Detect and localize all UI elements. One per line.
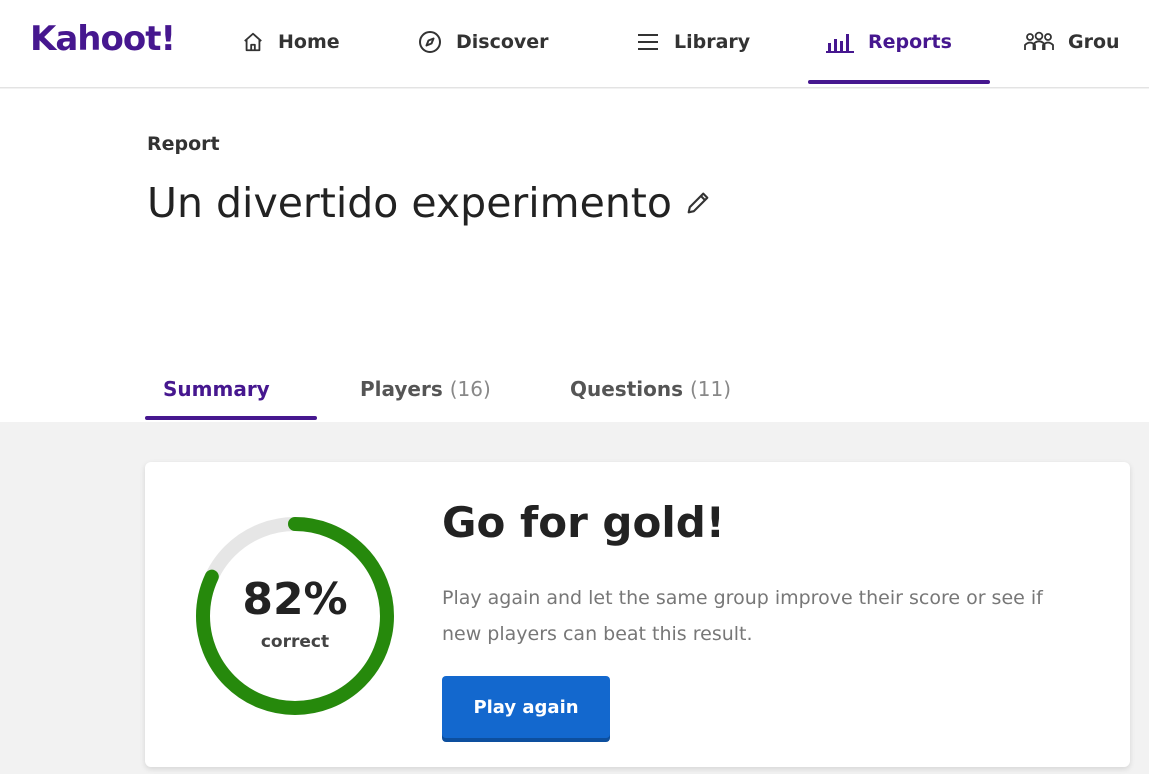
tab-summary[interactable]: Summary	[163, 377, 270, 401]
pencil-icon[interactable]	[684, 189, 712, 217]
breadcrumb: Report	[147, 133, 220, 155]
home-icon	[242, 31, 264, 53]
tab-count: (11)	[689, 377, 732, 401]
nav-item-reports[interactable]: Reports	[826, 18, 952, 66]
nav-item-label: Grou	[1068, 31, 1120, 53]
tab-label: Summary	[163, 377, 270, 401]
card-description: Play again and let the same group improv…	[442, 587, 1043, 645]
kahoot-logo[interactable]: Kahoot!	[30, 14, 176, 64]
play-again-button[interactable]: Play again	[442, 676, 610, 738]
compass-icon	[418, 30, 442, 54]
nav-active-indicator	[808, 80, 990, 84]
nav-item-label: Library	[674, 31, 751, 53]
report-header: Report Un divertido experimento Summary …	[0, 89, 1149, 422]
correct-caption: correct	[260, 632, 330, 652]
tab-count: (16)	[449, 377, 491, 401]
tab-active-indicator	[145, 416, 317, 420]
bar-chart-icon	[826, 31, 854, 53]
nav-item-groups[interactable]: Grou	[1024, 18, 1120, 66]
tab-players[interactable]: Players (16)	[360, 377, 491, 401]
nav-item-label: Discover	[456, 31, 549, 53]
page-title: Un divertido experimento	[147, 179, 712, 227]
list-icon	[636, 31, 660, 53]
nav-item-label: Reports	[868, 31, 952, 53]
tab-label: Questions	[570, 377, 684, 401]
page-title-text: Un divertido experimento	[147, 179, 672, 227]
tab-questions[interactable]: Questions (11)	[570, 377, 731, 401]
nav-item-library[interactable]: Library	[636, 18, 750, 66]
groups-icon	[1024, 31, 1054, 53]
correct-percentage: 82%	[242, 574, 348, 625]
nav-item-label: Home	[278, 31, 340, 53]
summary-card: 82% correct Go for gold! Play again and …	[145, 462, 1130, 767]
tab-label: Players	[360, 377, 443, 401]
card-title: Go for gold!	[442, 498, 725, 547]
report-page: Kahoot! Home Discover Library Reports Gr…	[0, 0, 1149, 774]
nav-item-discover[interactable]: Discover	[418, 18, 549, 66]
nav-item-home[interactable]: Home	[242, 18, 340, 66]
top-navigation: Kahoot! Home Discover Library Reports Gr…	[0, 0, 1149, 88]
